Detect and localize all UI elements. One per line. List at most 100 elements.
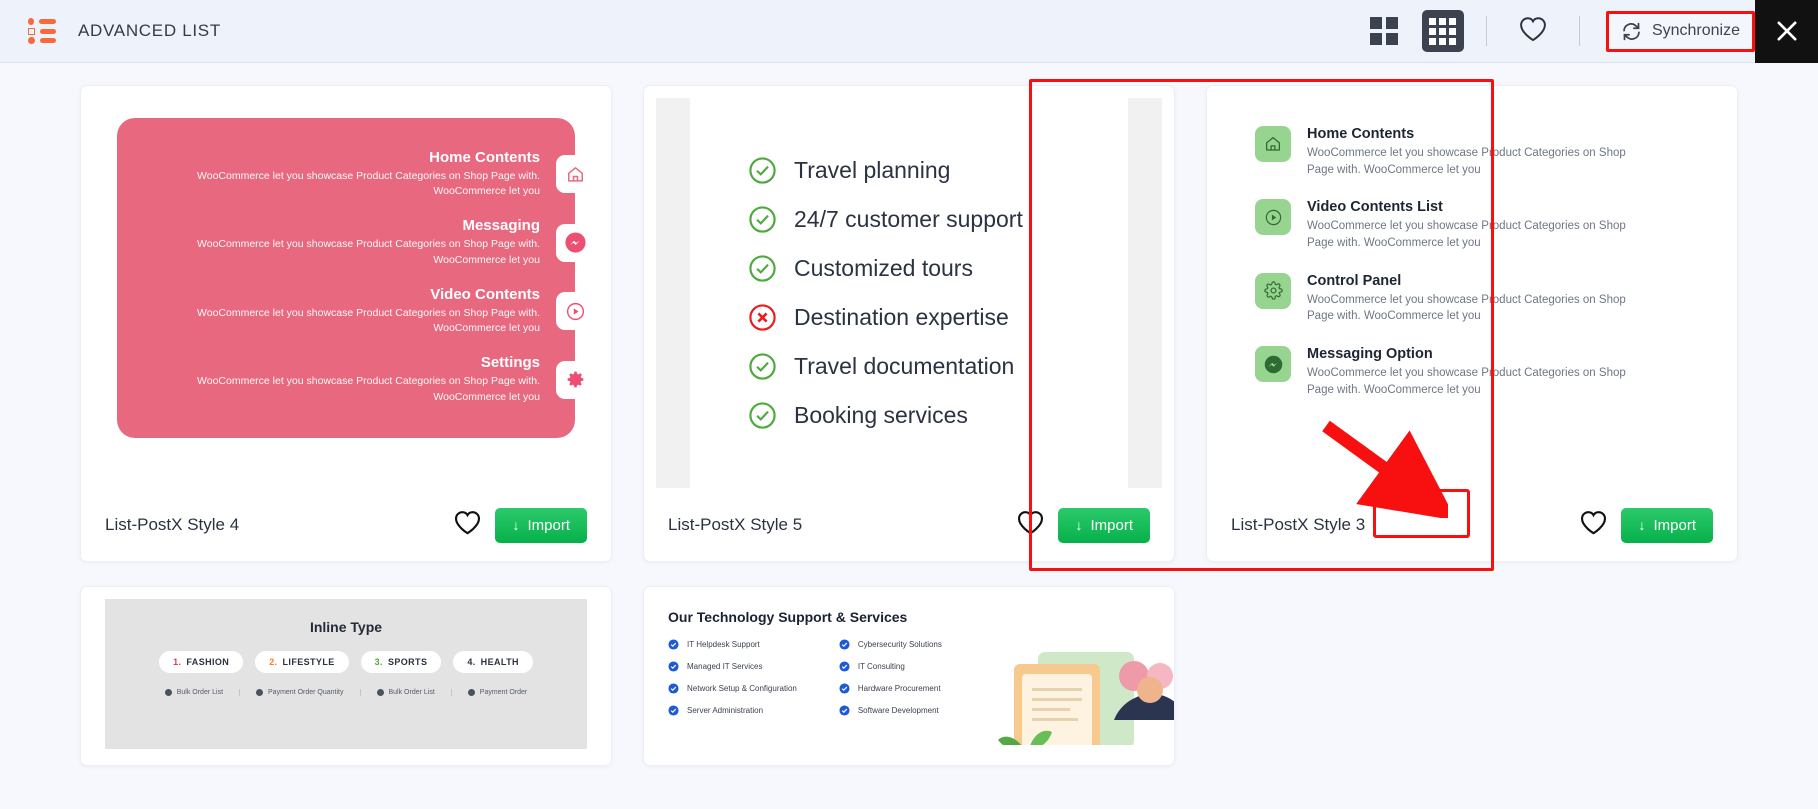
list-item-label: Customized tours xyxy=(794,255,973,281)
preview-side-bar-right xyxy=(1128,98,1162,488)
check-circle-icon xyxy=(749,402,776,429)
list-item: Travel documentation xyxy=(748,352,1128,381)
divider xyxy=(359,689,361,696)
card-title: List-PostX Style 4 xyxy=(105,515,240,534)
synchronize-button[interactable]: Synchronize xyxy=(1605,10,1755,52)
bullet-dot-icon xyxy=(256,689,264,696)
heart-icon[interactable] xyxy=(1017,510,1044,540)
template-card-style-4[interactable]: Home Contents WooCommerce let you showca… xyxy=(80,85,612,562)
list-item: Travel planning xyxy=(748,156,1128,185)
heart-icon[interactable] xyxy=(1509,16,1557,47)
list-item-title: Settings xyxy=(480,354,540,372)
pill-label: LIFESTYLE xyxy=(282,657,335,667)
tech-item-label: Server Administration xyxy=(687,706,764,715)
list-item-desc: WooCommerce let you showcase Product Cat… xyxy=(1307,367,1626,396)
import-button[interactable]: ↓ Import xyxy=(1621,507,1713,543)
pill-number: 1. xyxy=(173,657,182,667)
pill-number: 2. xyxy=(269,657,278,667)
list-item-label: Travel planning xyxy=(794,157,951,183)
pill-label: FASHION xyxy=(186,657,230,667)
bullet-dot-icon xyxy=(376,689,384,696)
check-circle-icon xyxy=(749,157,776,184)
grid-4-icon[interactable] xyxy=(1364,11,1404,51)
page-title: ADVANCED LIST xyxy=(78,21,221,40)
list-item: Video Contents List WooCommerce let you … xyxy=(1255,199,1693,251)
header-left-group: ADVANCED LIST xyxy=(0,18,221,44)
list-item: 24/7 customer support xyxy=(748,205,1128,234)
card-footer-style-4: List-PostX Style 4 ↓ Import xyxy=(81,489,611,561)
card-preview-style-3: Home Contents WooCommerce let you showca… xyxy=(1207,86,1737,489)
tech-item-label: Hardware Procurement xyxy=(857,684,941,693)
list-item-desc: WooCommerce let you showcase Product Cat… xyxy=(1307,220,1626,250)
list-item: Customized tours xyxy=(748,254,1128,283)
synchronize-label: Synchronize xyxy=(1651,22,1740,39)
check-circle-icon xyxy=(839,639,850,650)
close-x-icon[interactable] xyxy=(1755,0,1818,63)
sub-item-label: Payment Order Quantity xyxy=(268,689,344,696)
sync-refresh-icon xyxy=(1623,22,1640,40)
list-item-desc: WooCommerce let you showcase Product Cat… xyxy=(197,238,540,266)
template-card-inline-type[interactable]: Inline Type 1. FASHION 2. LIFESTYLE 3. S… xyxy=(80,586,612,766)
home-icon xyxy=(556,155,594,194)
grid-9-icon[interactable] xyxy=(1421,10,1464,52)
list-item: Destination expertise xyxy=(748,303,1128,332)
list-item: IT Consulting xyxy=(839,661,942,672)
list-item: Managed IT Services xyxy=(668,661,797,672)
card-title: List-PostX Style 3 xyxy=(1231,515,1366,534)
template-card-tech-services[interactable]: Our Technology Support & Services IT Hel… xyxy=(643,586,1175,766)
template-card-style-3[interactable]: Home Contents WooCommerce let you showca… xyxy=(1206,85,1738,562)
messenger-icon xyxy=(556,223,594,262)
pink-list-panel: Home Contents WooCommerce let you showca… xyxy=(117,118,594,438)
list-item-desc: WooCommerce let you showcase Product Cat… xyxy=(197,375,540,403)
list-item: 2. LIFESTYLE xyxy=(255,651,349,673)
preview-side-bar-left xyxy=(656,98,690,488)
tech-column-left: IT Helpdesk Support Managed IT Services … xyxy=(668,639,797,716)
list-item: Server Administration xyxy=(668,705,797,716)
check-circle-icon xyxy=(668,661,679,672)
template-card-style-5[interactable]: Travel planning 24/7 customer support Cu… xyxy=(643,85,1175,562)
list-item: Messaging Option WooCommerce let you sho… xyxy=(1255,346,1693,398)
gear-icon xyxy=(1255,272,1291,309)
pill-label: HEALTH xyxy=(480,657,519,667)
check-circle-icon xyxy=(749,206,776,233)
list-item: Software Development xyxy=(839,705,942,716)
list-item: 1. FASHION xyxy=(159,651,244,673)
heart-icon[interactable] xyxy=(454,510,481,540)
list-item: Control Panel WooCommerce let you showca… xyxy=(1255,272,1693,325)
list-item: Settings WooCommerce let you showcase Pr… xyxy=(117,345,594,413)
list-item: Cybersecurity Solutions xyxy=(839,639,942,650)
pill-group: 1. FASHION 2. LIFESTYLE 3. SPORTS 4. HEA… xyxy=(105,651,587,673)
list-item: Video Contents WooCommerce let you showc… xyxy=(117,277,594,345)
list-item-label: 24/7 customer support xyxy=(794,206,1023,232)
card-footer-style-3: List-PostX Style 3 ↓ Import xyxy=(1207,489,1737,561)
header-divider-2 xyxy=(1578,16,1580,46)
list-item-title: Video Contents List xyxy=(1307,199,1443,216)
check-circle-icon xyxy=(668,705,679,716)
list-item-desc: WooCommerce let you showcase Product Cat… xyxy=(1307,147,1626,176)
play-circle-icon xyxy=(1255,199,1291,236)
tech-column-right: Cybersecurity Solutions IT Consulting Ha… xyxy=(839,639,942,716)
card-footer-style-5: List-PostX Style 5 ↓ Import xyxy=(644,489,1174,561)
check-circle-icon xyxy=(749,255,776,282)
play-circle-icon xyxy=(556,292,594,331)
list-item: Bulk Order List xyxy=(164,689,223,696)
list-item: Booking services xyxy=(748,401,1128,430)
list-item: Payment Order xyxy=(467,689,527,696)
download-arrow-icon: ↓ xyxy=(1638,517,1646,533)
check-circle-icon xyxy=(668,639,679,650)
check-circle-icon xyxy=(839,661,850,672)
header-divider-1 xyxy=(1485,16,1487,46)
heart-icon[interactable] xyxy=(1580,510,1607,540)
list-item-label: Booking services xyxy=(794,402,968,428)
list-item: 3. SPORTS xyxy=(360,651,442,673)
check-circle-icon xyxy=(749,353,776,380)
import-button[interactable]: ↓ Import xyxy=(495,507,587,543)
import-button[interactable]: ↓ Import xyxy=(1058,507,1150,543)
template-grid: Home Contents WooCommerce let you showca… xyxy=(0,63,1818,766)
home-icon xyxy=(1255,126,1291,162)
app-header: ADVANCED LIST Synchronize xyxy=(0,0,1818,63)
tech-item-label: Managed IT Services xyxy=(687,662,763,671)
list-item-title: Video Contents xyxy=(430,285,540,303)
pill-label: SPORTS xyxy=(387,657,428,667)
tech-item-label: Network Setup & Configuration xyxy=(687,684,797,693)
